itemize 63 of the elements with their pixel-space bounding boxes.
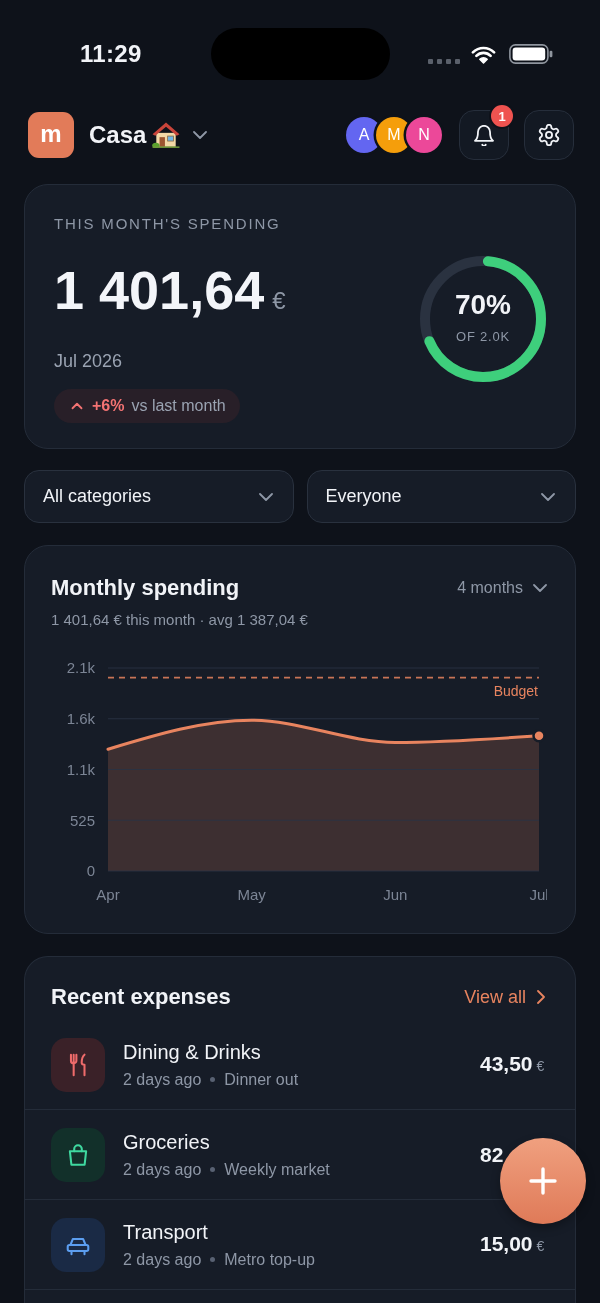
expense-amount: 82 — [480, 1142, 504, 1167]
expense-title[interactable]: Groceries — [123, 1129, 210, 1154]
notifications-button[interactable] — [459, 110, 509, 160]
car-icon — [51, 1217, 105, 1272]
notification-badge: 1 — [491, 105, 513, 127]
settings-button[interactable] — [524, 110, 574, 160]
household-avatar: m — [28, 112, 74, 158]
expense-time: 2 days ago — [123, 1069, 202, 1090]
x-axis-label: Jun — [383, 885, 408, 903]
range-dropdown[interactable]: 4 months — [457, 579, 547, 597]
spending-label: THIS MONTH'S SPENDING — [54, 214, 281, 234]
filter-dropdown[interactable]: All categories — [24, 470, 294, 523]
settings-icon — [538, 124, 560, 146]
trend-label: vs last month — [131, 397, 226, 415]
fork-knife-icon — [51, 1037, 105, 1092]
house-icon — [152, 122, 181, 148]
trend-change: +6% — [92, 397, 125, 415]
chevron-down-icon — [541, 492, 555, 501]
budget-label: Budget — [493, 682, 538, 699]
expense-title[interactable]: Transport — [123, 1219, 208, 1244]
household-name[interactable]: Casa — [89, 121, 147, 149]
status-time: 11:29 — [80, 40, 142, 68]
chart-summary: 1 401,64 € this month · avg 1 387,04 € — [51, 610, 309, 630]
expense-time: 2 days ago — [123, 1249, 202, 1270]
expense-amount: 43,50 € — [480, 1051, 545, 1077]
caret-up-icon — [71, 401, 83, 411]
member-avatar: N — [406, 117, 442, 153]
expense-time: 2 days ago — [123, 1159, 202, 1180]
signal-icon — [428, 58, 460, 64]
view-all-link[interactable]: View all — [464, 986, 545, 1008]
expense-amount: 15,00 € — [480, 1231, 545, 1257]
chart-title: Monthly spending — [51, 574, 240, 602]
y-axis-label: 2.1k — [66, 659, 95, 677]
latest-point-marker — [532, 728, 546, 743]
y-axis-label: 1.6k — [66, 710, 95, 728]
bell-icon — [474, 124, 494, 146]
separator-dot-icon — [210, 1077, 216, 1082]
period-label: Jul 2026 — [54, 350, 123, 372]
y-axis-label: 525 — [69, 811, 95, 829]
shopping-bag-icon — [51, 1127, 105, 1182]
section-title: Recent expenses — [51, 983, 231, 1011]
separator-dot-icon — [210, 1257, 216, 1262]
chevron-down-icon — [258, 492, 273, 501]
chevron-right-icon — [537, 990, 545, 1004]
expense-title[interactable]: Dining & Drinks — [123, 1039, 261, 1064]
chevron-down-icon — [533, 584, 547, 592]
wifi-icon — [470, 44, 497, 64]
x-axis-label: Jul — [529, 885, 547, 903]
y-axis-label: 0 — [86, 862, 95, 880]
separator-dot-icon — [210, 1167, 216, 1172]
total-amount: 1 401,64€ — [54, 260, 286, 322]
expense-note: Weekly market — [224, 1159, 330, 1180]
battery-icon — [509, 44, 553, 64]
chevron-down-icon — [193, 131, 208, 139]
budget-percent: 70% — [454, 290, 511, 320]
expense-note: Dinner out — [224, 1069, 299, 1090]
plus-icon — [529, 1167, 557, 1195]
expense-note: Metro top-up — [224, 1249, 315, 1270]
x-axis-label: May — [237, 885, 266, 903]
x-axis-label: Apr — [96, 885, 120, 903]
y-axis-label: 1.1k — [66, 760, 95, 778]
filter-dropdown[interactable]: Everyone — [306, 470, 576, 523]
budget-caption: OF 2.0K — [456, 329, 510, 345]
